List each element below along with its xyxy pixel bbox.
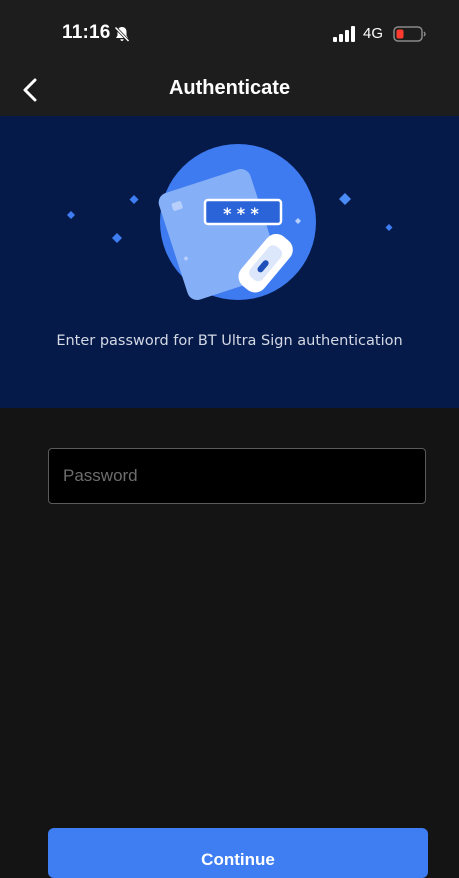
network-type: 4G xyxy=(363,25,384,42)
continue-button[interactable]: Continue xyxy=(48,828,428,878)
bell-slash-icon xyxy=(113,25,131,43)
hero-banner: *** Enter password for BT Ultra Sign aut… xyxy=(0,116,459,408)
cellular-signal-icon xyxy=(333,26,357,42)
password-input[interactable] xyxy=(48,448,426,504)
form-area: Continue xyxy=(0,408,459,878)
hero-caption: Enter password for BT Ultra Sign authent… xyxy=(56,333,403,349)
page-title: Authenticate xyxy=(168,77,291,99)
status-time: 11:16 xyxy=(62,22,111,43)
battery-low-icon xyxy=(393,25,427,43)
status-bar: 11:16 4G xyxy=(0,0,459,62)
navigation-bar: Authenticate xyxy=(0,62,459,116)
password-mask: *** xyxy=(222,204,264,223)
